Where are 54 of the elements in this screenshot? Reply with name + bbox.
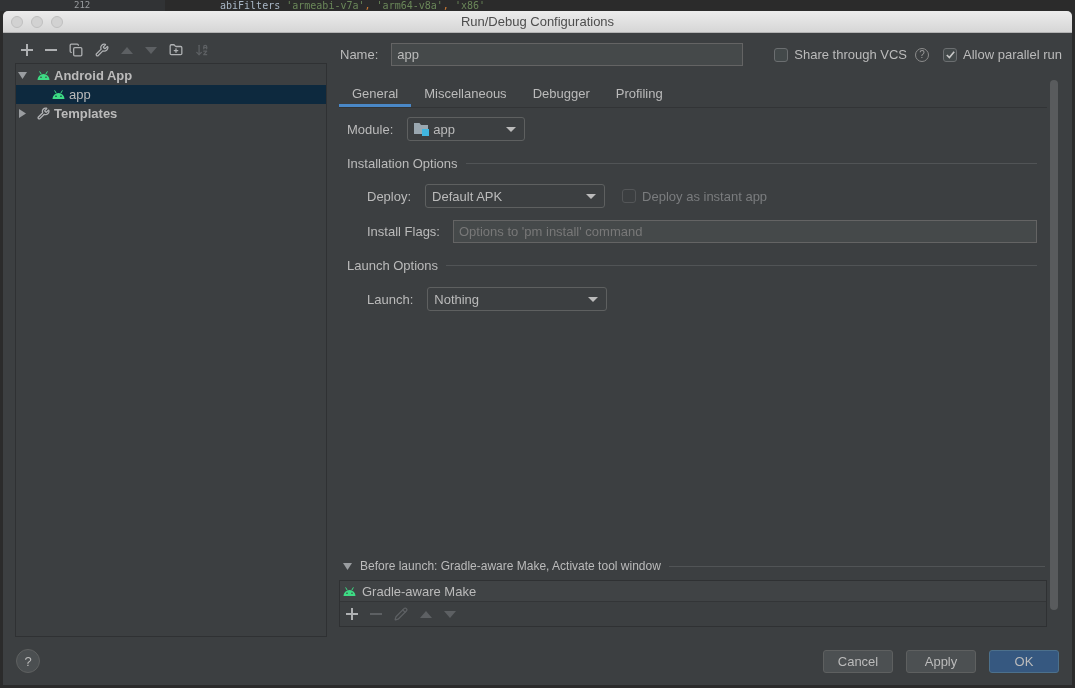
deploy-dropdown[interactable]: Default APK	[425, 184, 606, 208]
tree-item[interactable]: Templates	[16, 104, 326, 123]
checkbox-label: Deploy as instant app	[642, 188, 768, 204]
line-number: 212	[74, 0, 91, 11]
checkbox-label: Share through VCS	[794, 47, 907, 62]
name-label: Name:	[340, 47, 379, 62]
tree-item[interactable]: app	[16, 85, 326, 104]
triangle-down-icon[interactable]	[18, 71, 27, 80]
tree-item[interactable]: Android App	[16, 66, 326, 85]
task-item[interactable]: Gradle-aware Make	[340, 581, 1046, 602]
android-icon	[343, 586, 356, 596]
dialog-button[interactable]: Apply	[906, 649, 976, 673]
checkbox-label: Allow parallel run	[963, 47, 1062, 62]
checkmark-icon	[945, 50, 955, 59]
window-control-button[interactable]	[11, 15, 23, 28]
window-control-button[interactable]	[31, 15, 43, 28]
wrench-icon	[37, 107, 50, 120]
section-title: Before launch: Gradle-aware Make, Activate tool window	[360, 559, 661, 573]
help-button[interactable]: ?	[16, 649, 40, 673]
copy-icon[interactable]	[69, 43, 83, 57]
minus-icon[interactable]	[45, 49, 57, 51]
section-title: Installation Options	[347, 155, 458, 171]
dialog-button[interactable]: Cancel	[823, 649, 893, 673]
triangle-down-icon[interactable]	[343, 561, 352, 571]
caret-icon	[506, 126, 517, 132]
caret-icon	[588, 296, 599, 302]
window-title: Run/Debug Configurations	[460, 14, 615, 29]
module-dropdown[interactable]: app	[407, 117, 526, 141]
module-label: Module:	[347, 121, 394, 137]
plus-icon[interactable]	[346, 608, 358, 620]
tab[interactable]: Debugger	[519, 80, 603, 107]
tab[interactable]: Profiling	[602, 80, 676, 107]
section-title: Launch Options	[347, 257, 439, 273]
launch-label: Launch:	[367, 291, 414, 307]
folder-plus-icon[interactable]	[169, 43, 183, 57]
code-line: abiFilters 'armeabi-v7a', 'arm64-v8a', 'x86'	[220, 0, 485, 11]
scrollbar[interactable]	[1050, 80, 1058, 610]
launch-dropdown[interactable]: Nothing	[427, 287, 608, 311]
name-field[interactable]: app	[391, 43, 744, 66]
android-icon	[52, 90, 65, 99]
triangle-right-icon[interactable]	[18, 109, 27, 118]
tab[interactable]: General	[339, 80, 412, 107]
folder-icon	[414, 122, 430, 136]
checkbox[interactable]	[943, 47, 957, 62]
wrench-icon[interactable]	[95, 43, 109, 57]
dialog-button[interactable]: OK	[989, 649, 1059, 673]
deploy-label: Deploy:	[367, 188, 412, 204]
checkbox[interactable]	[774, 47, 789, 62]
window-control-button[interactable]	[51, 15, 63, 28]
caret-icon	[586, 193, 597, 199]
plus-icon[interactable]	[21, 44, 33, 56]
tab[interactable]: Miscellaneous	[411, 80, 520, 107]
android-icon	[37, 71, 50, 80]
install-flags-label: Install Flags:	[367, 223, 440, 239]
